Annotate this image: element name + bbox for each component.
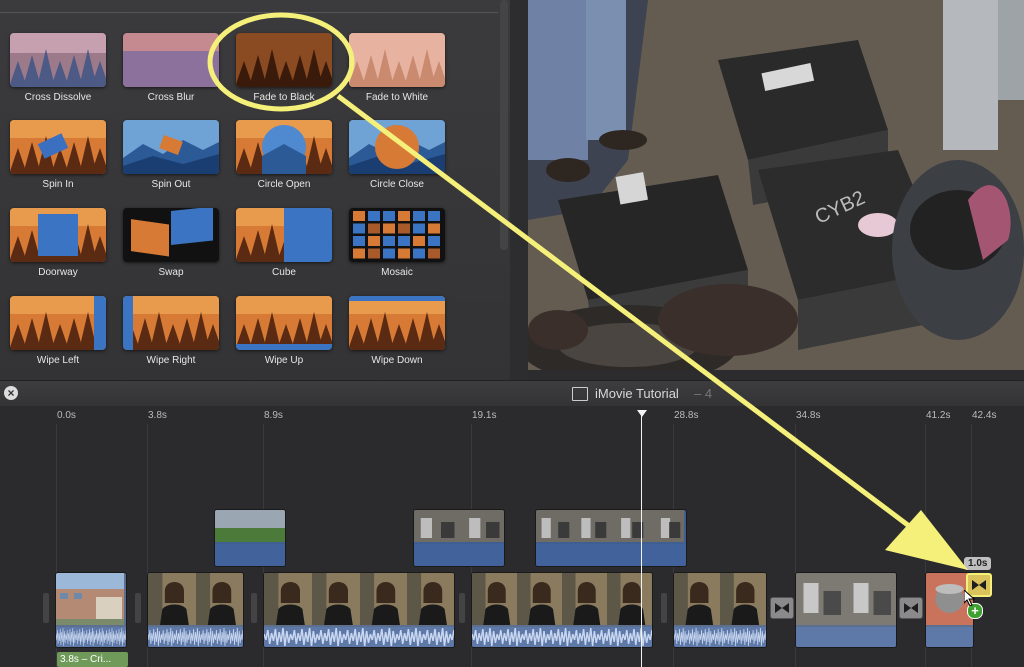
transition-thumbnail-white[interactable] bbox=[349, 33, 445, 87]
timeline-video-clip[interactable] bbox=[673, 572, 767, 648]
timeline-broll-clip[interactable] bbox=[535, 509, 687, 567]
timeline-tick: 19.1s bbox=[472, 410, 497, 421]
transition-thumbnail-circleopen[interactable] bbox=[236, 120, 332, 174]
transition-thumbnail-wipeup[interactable] bbox=[236, 296, 332, 350]
transition-thumbnail-fade[interactable] bbox=[236, 33, 332, 87]
transition-label: Fade to White bbox=[365, 92, 429, 103]
audio-waveform bbox=[56, 627, 126, 647]
timeline-tick: 41.2s bbox=[926, 410, 951, 421]
audio-waveform bbox=[264, 627, 454, 647]
timeline-video-clip[interactable] bbox=[55, 572, 127, 648]
transition-label: Wipe Up bbox=[264, 355, 304, 366]
transition-label: Cube bbox=[272, 267, 296, 278]
transition-label: Mosaic bbox=[381, 267, 413, 278]
timeline-tick: 28.8s bbox=[674, 410, 699, 421]
clip-handle[interactable] bbox=[43, 593, 49, 623]
audio-waveform bbox=[926, 627, 973, 647]
viewer-divider bbox=[510, 0, 528, 380]
film-icon bbox=[572, 387, 588, 401]
transition-thumbnail-doorway[interactable] bbox=[10, 208, 106, 262]
timeline-video-clip[interactable] bbox=[263, 572, 455, 648]
browser-top-divider bbox=[0, 12, 498, 13]
transition-thumbnail-blur[interactable] bbox=[123, 33, 219, 87]
project-title: iMovie Tutorial bbox=[595, 386, 679, 401]
timeline-tick: 0.0s bbox=[57, 410, 76, 421]
browser-scrollbar[interactable] bbox=[500, 0, 508, 250]
transition-label: Wipe Down bbox=[371, 355, 423, 366]
transition-icon bbox=[775, 603, 789, 613]
timeline-broll-clip[interactable] bbox=[214, 509, 286, 567]
transition-label: Wipe Right bbox=[146, 355, 196, 366]
title-clip[interactable]: 3.8s – Cri... bbox=[57, 652, 128, 667]
transition-label: Circle Open bbox=[257, 179, 311, 190]
timeline-tick: 34.8s bbox=[796, 410, 821, 421]
timeline-video-clip[interactable] bbox=[471, 572, 653, 648]
transition-thumbnail-mosaic[interactable] bbox=[349, 208, 445, 262]
transition-label: Circle Close bbox=[370, 179, 424, 190]
transition-thumbnail-wiperight[interactable] bbox=[123, 296, 219, 350]
transition-thumbnail-swap[interactable] bbox=[123, 208, 219, 262]
transition-label: Wipe Left bbox=[36, 355, 80, 366]
viewer-preview: CYB2 bbox=[528, 0, 1024, 370]
transition-label: Doorway bbox=[38, 267, 78, 278]
transition-label: Spin In bbox=[42, 179, 74, 190]
clip-handle[interactable] bbox=[135, 593, 141, 623]
timeline-broll-clip[interactable] bbox=[413, 509, 505, 567]
transition-label: Spin Out bbox=[151, 179, 191, 190]
timeline-tick: 3.8s bbox=[148, 410, 167, 421]
transition-thumbnail-dissolve[interactable] bbox=[10, 33, 106, 87]
audio-waveform bbox=[674, 627, 766, 647]
audio-waveform bbox=[472, 627, 652, 647]
transition-label: Cross Dissolve bbox=[24, 92, 92, 103]
audio-waveform bbox=[148, 627, 243, 647]
timeline-video-clip[interactable] bbox=[147, 572, 244, 648]
transition-thumbnail-cube[interactable] bbox=[236, 208, 332, 262]
clip-handle[interactable] bbox=[661, 593, 667, 623]
transition-marker[interactable] bbox=[770, 597, 794, 619]
playhead[interactable] bbox=[641, 414, 642, 667]
transition-icon bbox=[904, 603, 918, 613]
audio-waveform bbox=[796, 627, 896, 647]
transition-thumbnail-wipeleft[interactable] bbox=[10, 296, 106, 350]
timeline-video-clip[interactable] bbox=[795, 572, 897, 648]
project-duration: – 4 bbox=[694, 386, 713, 401]
transition-thumbnail-spinin[interactable] bbox=[10, 120, 106, 174]
clip-handle[interactable] bbox=[459, 593, 465, 623]
clip-handle[interactable] bbox=[251, 593, 257, 623]
cursor-icon bbox=[964, 590, 976, 606]
timeline-tick: 42.4s bbox=[972, 410, 997, 421]
transition-thumbnail-wipedown[interactable] bbox=[349, 296, 445, 350]
close-icon[interactable]: × bbox=[4, 386, 18, 400]
timeline-tick: 8.9s bbox=[264, 410, 283, 421]
transition-duration-badge: 1.0s bbox=[964, 557, 992, 570]
transition-label: Cross Blur bbox=[147, 92, 195, 103]
timeline-header: × iMovie Tutorial – 4 bbox=[0, 380, 1024, 407]
transition-thumbnail-circleclose[interactable] bbox=[349, 120, 445, 174]
transition-label: Fade to Black bbox=[253, 92, 315, 103]
transition-label: Swap bbox=[158, 267, 184, 278]
playhead-handle[interactable] bbox=[637, 410, 647, 417]
transition-marker[interactable] bbox=[899, 597, 923, 619]
transition-thumbnail-spinout[interactable] bbox=[123, 120, 219, 174]
